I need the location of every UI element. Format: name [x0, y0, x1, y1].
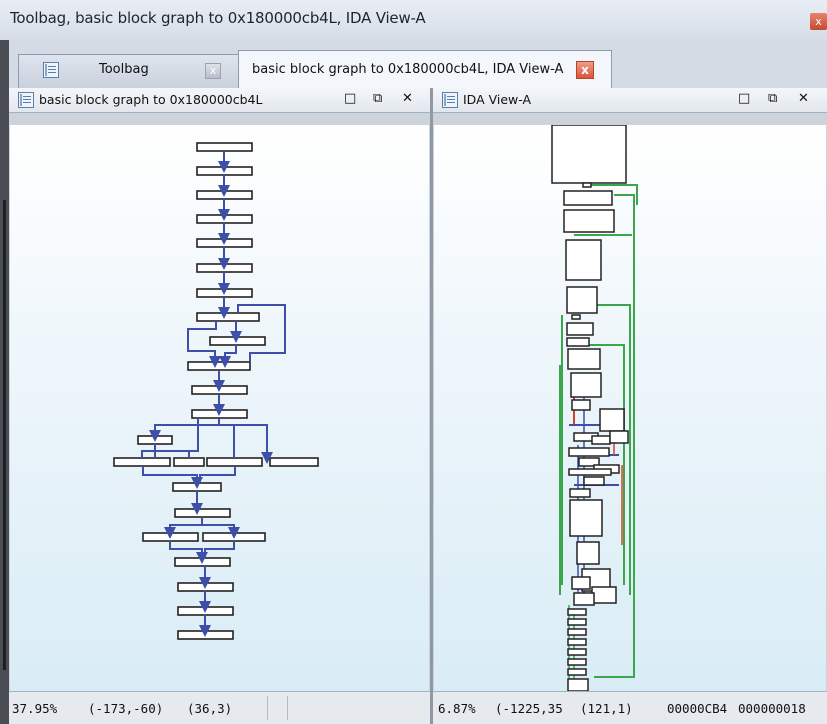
window-close-button[interactable]: x — [810, 13, 827, 30]
scrollbar-thumb[interactable] — [3, 200, 6, 670]
pane-title: basic block graph to 0x180000cb4L — [39, 92, 263, 107]
graph-canvas[interactable] — [10, 125, 429, 692]
left-scrollbar[interactable] — [0, 40, 9, 724]
zoom-level: 6.87% — [438, 701, 476, 716]
document-list-icon — [442, 92, 458, 108]
address-field-2: 000000018 — [738, 701, 806, 716]
mouse-coordinates: (-173,-60) — [88, 701, 164, 716]
status-divider — [267, 696, 268, 720]
status-divider — [287, 696, 288, 720]
tab-toolbag-label: Toolbag — [99, 62, 149, 77]
tab-toolbag[interactable]: Toolbag x — [18, 54, 240, 88]
close-icon[interactable]: ✕ — [402, 91, 413, 106]
ida-graph-overview[interactable] — [434, 124, 826, 692]
document-list-icon — [18, 92, 34, 108]
restore-icon[interactable]: ⧉ — [373, 91, 382, 106]
maximize-icon[interactable]: □ — [738, 91, 750, 106]
overview-nodes — [551, 124, 629, 692]
address-field: 00000CB4 — [667, 701, 728, 716]
graph-overview-canvas[interactable] — [434, 124, 826, 692]
ida-view-a-pane: IDA View-A □ ⧉ ✕ 6.87% (-1225,35 (121,1)… — [433, 88, 827, 724]
pane-header: IDA View-A □ ⧉ ✕ — [433, 88, 827, 113]
cursor-coordinates: (36,3) — [187, 701, 233, 716]
window-title: Toolbag, basic block graph to 0x180000cb… — [10, 9, 426, 27]
tab-graph-ida-view-label: basic block graph to 0x180000cb4L, IDA V… — [252, 62, 564, 77]
tab-graph-ida-view[interactable]: basic block graph to 0x180000cb4L, IDA V… — [238, 50, 612, 89]
cursor-coordinates: (121,1) — [580, 701, 633, 716]
pane-header: basic block graph to 0x180000cb4L □ ⧉ ✕ — [9, 88, 430, 113]
basic-block-graph[interactable] — [10, 125, 429, 692]
maximize-icon[interactable]: □ — [344, 91, 356, 106]
zoom-level: 37.95% — [12, 701, 58, 716]
status-bar: 6.87% (-1225,35 (121,1) 00000CB4 0000000… — [433, 691, 827, 724]
status-bar: 37.95% (-173,-60) (36,3) — [9, 691, 430, 724]
restore-icon[interactable]: ⧉ — [768, 91, 777, 106]
tab-toolbag-close-icon[interactable]: x — [205, 63, 221, 79]
mouse-coordinates: (-1225,35 — [495, 701, 563, 716]
graph-nodes — [113, 142, 319, 640]
window-titlebar[interactable]: Toolbag, basic block graph to 0x180000cb… — [0, 0, 827, 41]
document-list-icon — [43, 62, 59, 78]
close-icon[interactable]: ✕ — [798, 91, 809, 106]
tab-graph-ida-view-close-icon[interactable]: x — [576, 61, 594, 79]
basic-block-graph-pane: basic block graph to 0x180000cb4L □ ⧉ ✕ — [9, 88, 430, 724]
toolbag-window: Toolbag, basic block graph to 0x180000cb… — [0, 0, 827, 724]
tab-bar: Toolbag x basic block graph to 0x180000c… — [9, 40, 827, 89]
pane-title: IDA View-A — [463, 92, 532, 107]
